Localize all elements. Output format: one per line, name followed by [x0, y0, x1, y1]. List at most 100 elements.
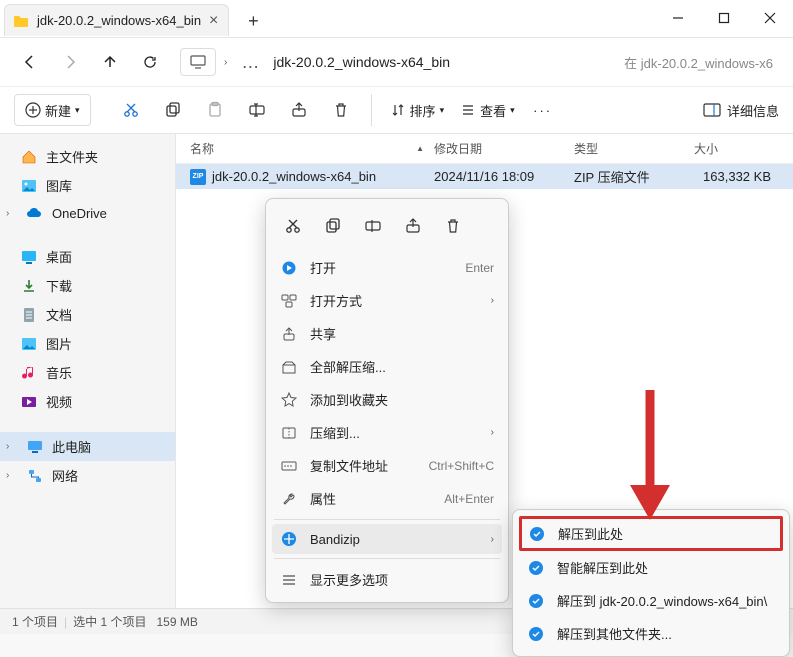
sidebar-item-music[interactable]: 音乐: [0, 358, 175, 387]
ctx-compress[interactable]: 压缩到...›: [272, 416, 502, 449]
download-icon: [20, 278, 38, 294]
new-tab-button[interactable]: +: [239, 7, 267, 35]
sidebar-item-onedrive[interactable]: ›OneDrive: [0, 200, 175, 226]
toolbar: 新建 ▾ 排序 ▾ 查看 ▾ ··· 详细信息: [0, 86, 793, 134]
compress-icon: [280, 426, 298, 440]
network-icon: [26, 468, 44, 484]
submenu-smart-extract[interactable]: 智能解压到此处: [519, 551, 783, 584]
sidebar-item-documents[interactable]: 文档: [0, 300, 175, 329]
chevron-right-icon: ›: [224, 57, 227, 68]
sidebar-item-desktop[interactable]: 桌面: [0, 242, 175, 271]
sidebar-item-downloads[interactable]: 下载: [0, 271, 175, 300]
ctx-open[interactable]: 打开Enter: [272, 251, 502, 284]
music-icon: [20, 365, 38, 381]
ctx-cut-button[interactable]: [274, 209, 312, 243]
new-button[interactable]: 新建 ▾: [14, 94, 91, 126]
submenu-extract-here[interactable]: 解压到此处: [519, 516, 783, 551]
col-date[interactable]: 修改日期: [434, 140, 574, 157]
monitor-icon: [180, 48, 216, 76]
sidebar-item-gallery[interactable]: 图库: [0, 171, 175, 200]
ctx-bandizip[interactable]: Bandizip›: [272, 524, 502, 554]
details-pane-button[interactable]: 详细信息: [703, 101, 779, 120]
share-icon: [280, 326, 298, 342]
view-label: 查看: [480, 101, 506, 120]
submenu-extract-to-folder[interactable]: 解压到 jdk-20.0.2_windows-x64_bin\: [519, 584, 783, 617]
col-name: 名称▲: [190, 140, 434, 157]
bandizip-submenu: 解压到此处 智能解压到此处 解压到 jdk-20.0.2_windows-x64…: [512, 509, 790, 657]
bandizip-icon: [527, 593, 545, 609]
back-button[interactable]: [12, 44, 48, 80]
details-label: 详细信息: [727, 101, 779, 120]
ctx-show-more[interactable]: 显示更多选项: [272, 563, 502, 596]
ctx-rename-button[interactable]: [354, 209, 392, 243]
rename-button[interactable]: [239, 94, 275, 126]
chevron-right-icon: ›: [6, 441, 18, 452]
close-tab-icon[interactable]: ×: [209, 12, 218, 30]
file-name: jdk-20.0.2_windows-x64_bin: [212, 169, 376, 184]
chevron-right-icon: ›: [491, 427, 494, 438]
desktop-icon: [20, 249, 38, 265]
sidebar-item-home[interactable]: 主文件夹: [0, 142, 175, 171]
path-segment[interactable]: jdk-20.0.2_windows-x64_bin: [273, 54, 450, 70]
ctx-copy-path[interactable]: 复制文件地址Ctrl+Shift+C: [272, 449, 502, 482]
search-box[interactable]: 在 jdk-20.0.2_windows-x6: [616, 53, 781, 72]
pictures-icon: [20, 336, 38, 352]
chevron-right-icon: ›: [491, 295, 494, 306]
home-icon: [20, 149, 38, 165]
cut-button[interactable]: [113, 94, 149, 126]
pc-icon: [26, 439, 44, 455]
browser-tab[interactable]: jdk-20.0.2_windows-x64_bin ×: [4, 4, 229, 36]
file-size: 163,332 KB: [694, 169, 793, 184]
open-with-icon: [280, 293, 298, 309]
ctx-add-favorite[interactable]: 添加到收藏夹: [272, 383, 502, 416]
col-size[interactable]: 大小: [694, 140, 793, 157]
sidebar-item-network[interactable]: ›网络: [0, 461, 175, 490]
new-label: 新建: [45, 101, 71, 120]
more-button[interactable]: ···: [525, 94, 561, 126]
col-type[interactable]: 类型: [574, 140, 694, 157]
maximize-button[interactable]: [701, 0, 747, 36]
document-icon: [20, 307, 38, 323]
wrench-icon: [280, 491, 298, 507]
open-icon: [280, 260, 298, 276]
ctx-share[interactable]: 共享: [272, 317, 502, 350]
path-overflow-icon[interactable]: …: [235, 52, 265, 73]
zip-icon: ZIP: [190, 169, 206, 185]
close-window-button[interactable]: [747, 0, 793, 36]
sidebar-item-pictures[interactable]: 图片: [0, 329, 175, 358]
status-size: 159 MB: [156, 615, 197, 629]
ctx-open-with[interactable]: 打开方式›: [272, 284, 502, 317]
chevron-right-icon: ›: [6, 470, 18, 481]
ctx-properties[interactable]: 属性Alt+Enter: [272, 482, 502, 515]
ctx-extract-all[interactable]: 全部解压缩...: [272, 350, 502, 383]
delete-button[interactable]: [323, 94, 359, 126]
sidebar-item-videos[interactable]: 视频: [0, 387, 175, 416]
address-bar[interactable]: › … jdk-20.0.2_windows-x64_bin: [180, 48, 612, 76]
ctx-delete-button[interactable]: [434, 209, 472, 243]
more-icon: [280, 573, 298, 587]
column-headers[interactable]: 名称▲ 修改日期 类型 大小: [176, 134, 793, 164]
ctx-share-button[interactable]: [394, 209, 432, 243]
gallery-icon: [20, 178, 38, 194]
folder-icon: [13, 14, 29, 28]
window-controls: [655, 0, 793, 36]
sidebar-item-this-pc[interactable]: ›此电脑: [0, 432, 175, 461]
sort-button[interactable]: 排序 ▾: [384, 94, 451, 126]
share-button[interactable]: [281, 94, 317, 126]
context-menu: 打开Enter 打开方式› 共享 全部解压缩... 添加到收藏夹 压缩到...›…: [265, 198, 509, 603]
star-icon: [280, 392, 298, 408]
paste-button[interactable]: [197, 94, 233, 126]
view-button[interactable]: 查看 ▾: [454, 94, 521, 126]
refresh-button[interactable]: [132, 44, 168, 80]
chevron-right-icon: ›: [6, 208, 18, 219]
chevron-down-icon: ▾: [75, 105, 80, 116]
file-row[interactable]: ZIP jdk-20.0.2_windows-x64_bin 2024/11/1…: [176, 164, 793, 189]
sidebar: 主文件夹 图库 ›OneDrive 桌面 下载 文档 图片 音乐 视频 ›此电脑…: [0, 134, 176, 608]
up-button[interactable]: [92, 44, 128, 80]
onedrive-icon: [26, 205, 44, 221]
sort-asc-icon: ▲: [416, 144, 424, 153]
ctx-copy-button[interactable]: [314, 209, 352, 243]
copy-button[interactable]: [155, 94, 191, 126]
forward-button[interactable]: [52, 44, 88, 80]
minimize-button[interactable]: [655, 0, 701, 36]
